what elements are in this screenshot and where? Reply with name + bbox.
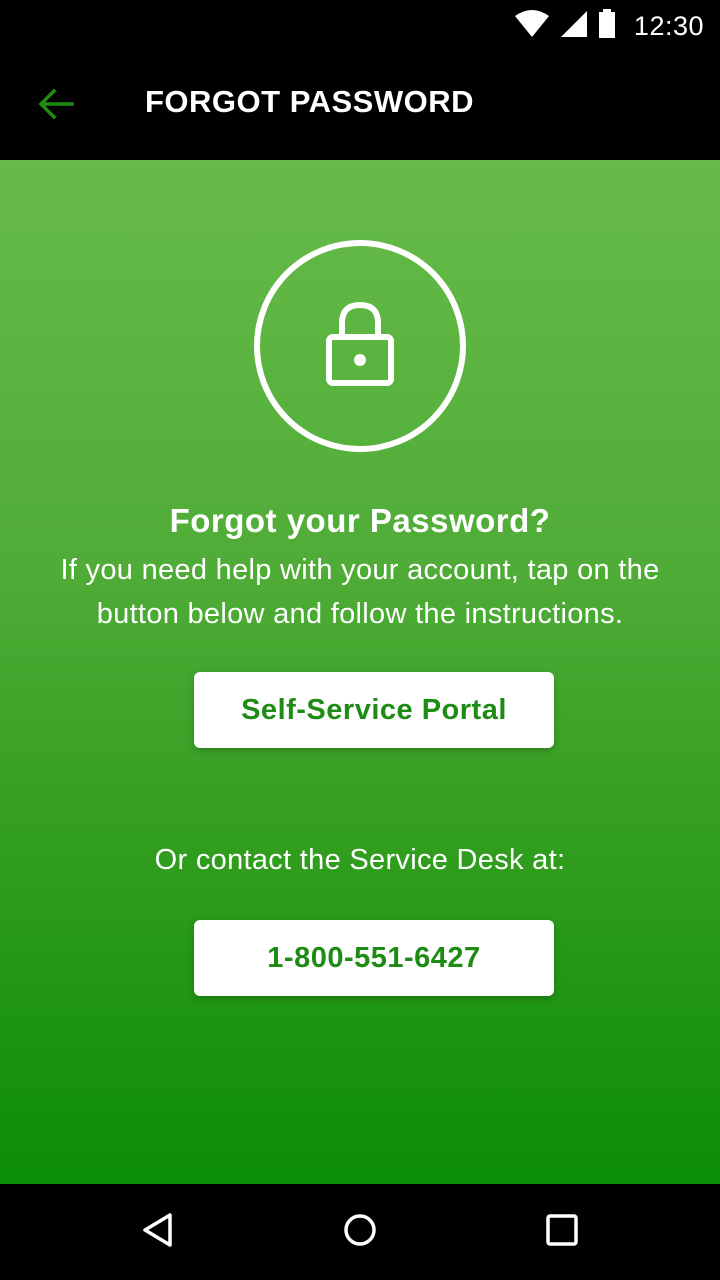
status-bar: 12:30 [0,0,720,52]
navigation-bar [0,1184,720,1280]
battery-icon [598,8,616,44]
self-service-portal-button[interactable]: Self-Service Portal [194,672,554,748]
status-time: 12:30 [633,10,704,41]
status-icons: 12:30 [514,8,704,44]
phone-number-button[interactable]: 1-800-551-6427 [194,920,554,996]
lock-icon [325,299,395,394]
app-bar: FORGOT PASSWORD [0,52,720,160]
signal-icon [560,10,588,43]
recents-square-icon [542,1210,582,1255]
back-button[interactable] [20,74,92,138]
lock-badge [254,240,466,452]
main-content: Forgot your Password? If you need help w… [0,160,720,1184]
instructions-text: If you need help with your account, tap … [60,554,660,630]
contact-text: Or contact the Service Desk at: [154,844,566,876]
nav-home-button[interactable] [330,1202,390,1262]
nav-back-button[interactable] [130,1202,190,1262]
wifi-icon [514,9,550,43]
nav-recents-button[interactable] [532,1202,592,1262]
back-triangle-icon [140,1210,180,1255]
home-circle-icon [340,1210,380,1255]
arrow-left-icon [38,88,74,125]
forgot-password-screen: 12:30 FORGOT PASSWORD Forgot your Passwo… [0,0,720,1280]
page-title: FORGOT PASSWORD [145,84,474,119]
heading: Forgot your Password? [169,502,551,539]
